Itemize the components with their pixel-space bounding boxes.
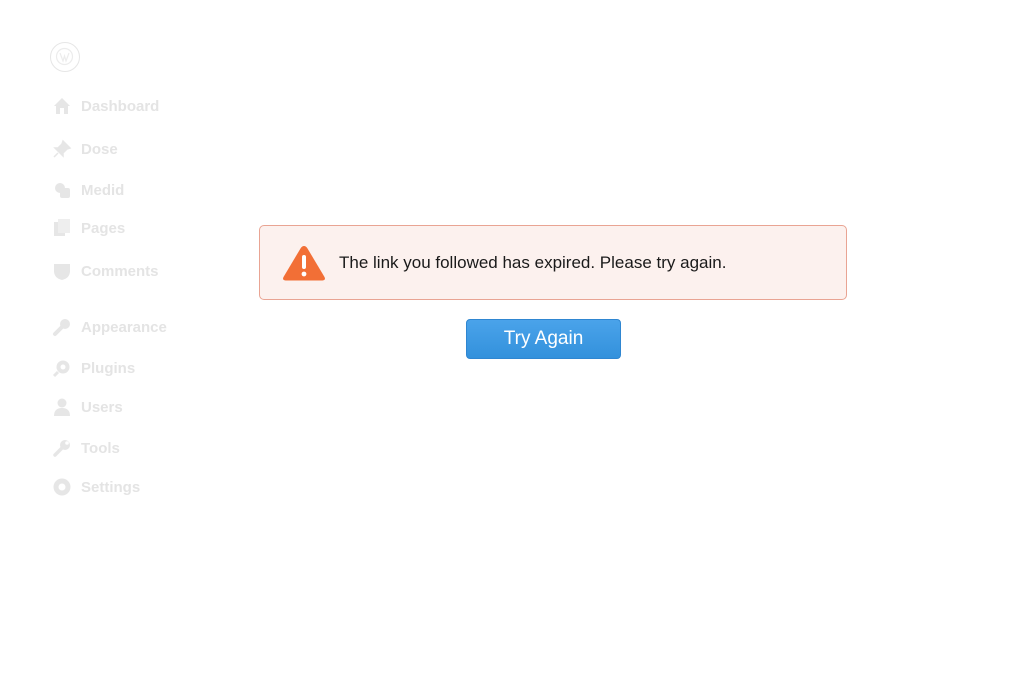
sidebar-item-label: Medid bbox=[81, 181, 125, 199]
plugin-icon bbox=[52, 358, 72, 378]
pin-icon bbox=[52, 139, 72, 159]
sidebar-item-label: Dose bbox=[81, 140, 118, 158]
sidebar-item-settings[interactable]: Settings bbox=[52, 475, 140, 499]
sidebar-item-comments[interactable]: Comments bbox=[52, 259, 159, 283]
sidebar-item-label: Tools bbox=[81, 439, 120, 457]
wordpress-logo-icon[interactable] bbox=[50, 42, 80, 72]
comments-icon bbox=[52, 261, 72, 281]
sidebar-item-label: Dashboard bbox=[81, 97, 160, 115]
error-notice: The link you followed has expired. Pleas… bbox=[259, 225, 847, 300]
error-message: The link you followed has expired. Pleas… bbox=[339, 252, 727, 272]
sidebar-item-media[interactable]: Medid bbox=[52, 178, 124, 202]
wrench-icon bbox=[52, 438, 72, 458]
sidebar-item-users[interactable]: Users bbox=[52, 395, 123, 419]
user-icon bbox=[52, 397, 72, 417]
sidebar-item-tools[interactable]: Tools bbox=[52, 436, 120, 460]
home-icon bbox=[52, 96, 72, 116]
gear-icon bbox=[52, 477, 72, 497]
sidebar-item-label: Users bbox=[81, 398, 123, 416]
sidebar-item-label: Comments bbox=[81, 262, 159, 280]
sidebar-item-plugins[interactable]: Plugins bbox=[52, 356, 135, 380]
expired-link-page: Dashboard Dose Medid Pages Comments Appe… bbox=[0, 0, 1024, 683]
media-icon bbox=[52, 180, 72, 200]
brush-icon bbox=[52, 317, 72, 337]
sidebar-item-label: Pages bbox=[81, 219, 126, 237]
sidebar-item-dashboard[interactable]: Dashboard bbox=[52, 94, 159, 118]
pages-icon bbox=[52, 218, 72, 238]
sidebar-item-appearance[interactable]: Appearance bbox=[52, 315, 167, 339]
sidebar-item-label: Appearance bbox=[81, 318, 167, 336]
admin-sidebar: Dashboard Dose Medid Pages Comments Appe… bbox=[0, 0, 220, 683]
sidebar-item-label: Plugins bbox=[81, 359, 136, 377]
sidebar-item-label: Settings bbox=[81, 478, 141, 496]
sidebar-item-dose[interactable]: Dose bbox=[52, 137, 118, 161]
warning-icon bbox=[281, 243, 327, 283]
try-again-button[interactable]: Try Again bbox=[466, 319, 621, 359]
sidebar-item-pages[interactable]: Pages bbox=[52, 216, 125, 240]
